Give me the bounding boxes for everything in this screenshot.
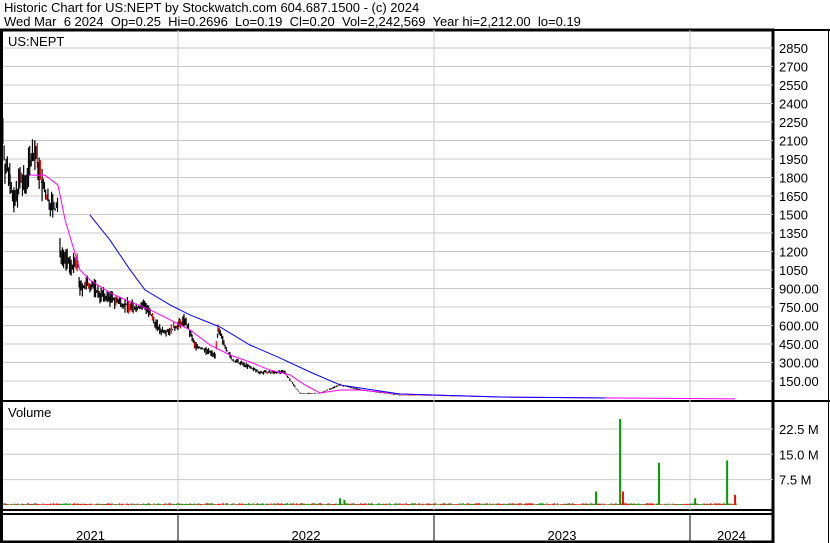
price-tick-label: 2850	[779, 41, 808, 56]
volume-tick-label: 15.0 M	[779, 447, 819, 462]
moving-average-short	[30, 174, 736, 400]
price-tick-label: 450.00	[779, 337, 819, 352]
price-tick-label: 300.00	[779, 356, 819, 371]
price-tick-label: 600.00	[779, 319, 819, 334]
price-tick-label: 1650	[779, 189, 808, 204]
price-tick-label: 2700	[779, 60, 808, 75]
price-tick-label: 2400	[779, 97, 808, 112]
volume-tick-label: 22.5 M	[779, 422, 819, 437]
year-label: 2022	[292, 528, 321, 543]
price-tick-label: 150.00	[779, 374, 819, 389]
year-label: 2021	[76, 528, 105, 543]
symbol-label: US:NEPT	[8, 34, 64, 49]
price-tick-label: 1050	[779, 263, 808, 278]
price-tick-label: 1800	[779, 171, 808, 186]
price-tick-label: 2550	[779, 78, 808, 93]
price-tick-label: 1950	[779, 152, 808, 167]
price-tick-label: 750.00	[779, 300, 819, 315]
year-label: 2023	[548, 528, 577, 543]
price-tick-label: 2250	[779, 115, 808, 130]
price-tick-label: 1200	[779, 245, 808, 260]
volume-tick-label: 7.5 M	[779, 473, 812, 488]
price-tick-label: 1500	[779, 208, 808, 223]
price-tick-label: 900.00	[779, 282, 819, 297]
price-tick-label: 1350	[779, 226, 808, 241]
price-tick-label: 2100	[779, 134, 808, 149]
volume-label: Volume	[8, 405, 51, 420]
price-volume-chart: 2850 2700 2550 2400 2250 2100 1950 1800 1650 1500…	[0, 28, 830, 543]
year-label: 2024	[717, 528, 746, 543]
plot-frame	[0, 28, 775, 543]
chart-window: Historic Chart for US:NEPT by Stockwatch…	[0, 0, 830, 543]
